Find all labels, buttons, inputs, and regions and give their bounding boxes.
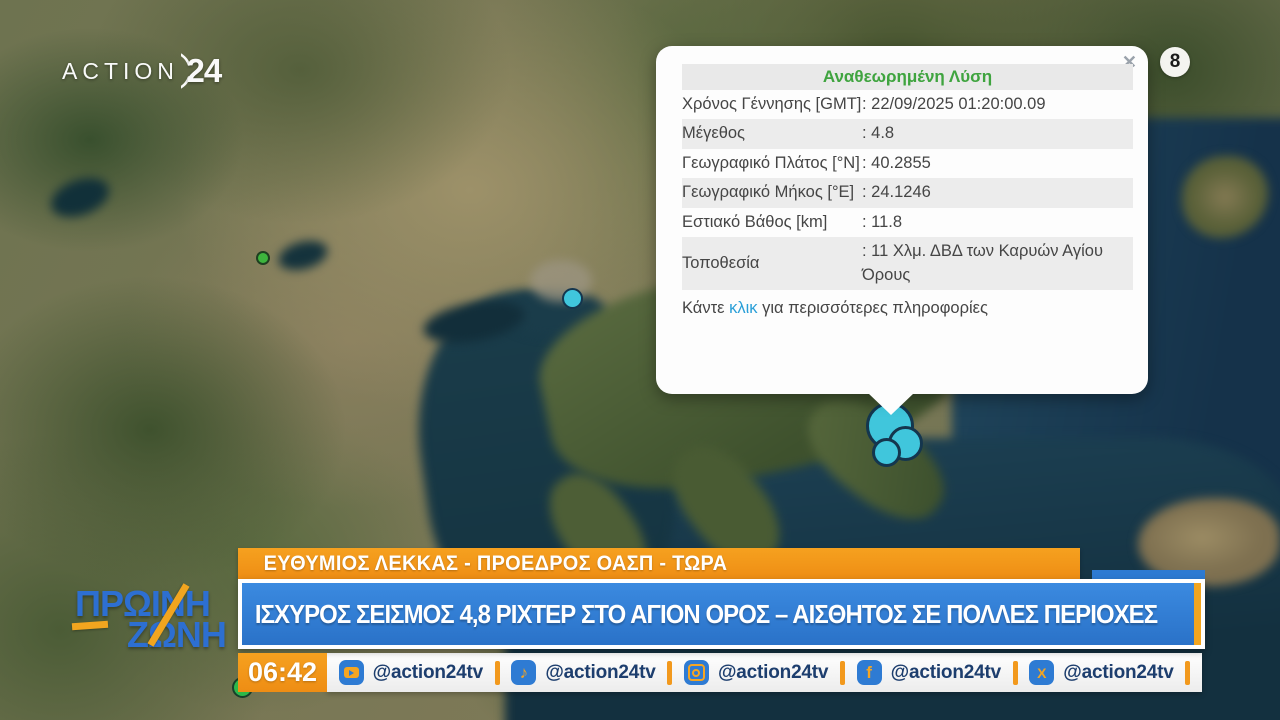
tiktok-icon: ♪ xyxy=(511,660,537,685)
social-item-instagram: @action24tv xyxy=(683,660,829,685)
social-item-tiktok: ♪ @action24tv xyxy=(511,660,656,685)
row-label: Μέγεθος xyxy=(682,124,746,143)
footer-text: Κάντε xyxy=(682,298,730,317)
popup-footer: Κάντε κλικ για περισσότερες πληροφορίες xyxy=(682,297,1133,320)
table-row: Χρόνος Γέννησης [GMT] : 22/09/2025 01:20… xyxy=(682,90,1133,119)
headline-text: ΙΣΧΥΡΟΣ ΣΕΙΣΜΟΣ 4,8 ΡΙΧΤΕΡ ΣΤΟ ΑΓΙΟΝ ΟΡΟ… xyxy=(254,598,1158,629)
show-logo-proini-zoni: ΠΡΩΙΝΗ ΖΩΝΗ xyxy=(71,583,255,661)
row-label: Γεωγραφικό Μήκος [°E] xyxy=(682,183,855,202)
earthquake-marker-old[interactable] xyxy=(256,251,270,265)
row-value: : 4.8 xyxy=(862,124,895,143)
map-lake xyxy=(275,235,331,276)
broadcast-frame: ACTION 24 8 ✕ Αναθεωρημένη Λύση Χρόνος Γ… xyxy=(0,0,1280,720)
headline-orange-accent xyxy=(1194,583,1201,645)
table-row: Τοποθεσία : 11 Χλμ. ΔΒΔ των Καρυών Αγίου… xyxy=(682,237,1133,290)
youtube-icon xyxy=(338,660,364,685)
channel-logo-24: 24 xyxy=(180,46,231,96)
row-value: : 11 Χλμ. ΔΒΔ των Καρυών Αγίου Όρους xyxy=(862,242,1104,284)
popup-title: Αναθεωρημένη Λύση xyxy=(682,64,1133,90)
headline-banner: ΙΣΧΥΡΟΣ ΣΕΙΣΜΟΣ 4,8 ΡΙΧΤΕΡ ΣΤΟ ΑΓΙΟΝ ΟΡΟ… xyxy=(238,579,1205,649)
social-handle: @action24tv xyxy=(890,661,1002,683)
x-icon: X xyxy=(1029,660,1055,685)
separator-bar xyxy=(1012,660,1018,685)
row-value: : 40.2855 xyxy=(862,153,931,172)
row-label: Χρόνος Γέννησης [GMT] xyxy=(682,95,862,113)
channel-logo: ACTION 24 xyxy=(62,46,231,96)
table-row: Γεωγραφικό Μήκος [°E] : 24.1246 xyxy=(682,178,1133,208)
channel-logo-word: ACTION xyxy=(62,57,179,84)
social-item-facebook: f @action24tv xyxy=(856,660,1002,685)
show-logo-dash-accent xyxy=(71,620,109,631)
show-logo-line2: ΖΩΝΗ xyxy=(127,614,227,655)
row-value: : 11.8 xyxy=(862,212,903,231)
social-handle: @action24tv xyxy=(717,661,829,683)
more-info-link[interactable]: κλικ xyxy=(729,299,757,317)
earthquake-marker-aftershock[interactable] xyxy=(872,438,901,467)
earthquake-info-popup: ✕ Αναθεωρημένη Λύση Χρόνος Γέννησης [GMT… xyxy=(656,46,1148,415)
social-handle: @action24tv xyxy=(545,661,656,683)
earthquake-marker-thessaloniki[interactable] xyxy=(562,288,583,309)
clock-time: 06:42 xyxy=(247,657,318,687)
row-value: : 24.1246 xyxy=(862,183,931,202)
row-label: Εστιακό Βάθος [km] xyxy=(682,212,828,231)
table-row: Εστιακό Βάθος [km] : 11.8 xyxy=(682,208,1133,237)
earthquake-data-table: Αναθεωρημένη Λύση Χρόνος Γέννησης [GMT] … xyxy=(682,64,1133,320)
footer-text: για περισσότερες πληροφορίες xyxy=(757,298,988,317)
age-rating-badge: 8 xyxy=(1160,47,1190,77)
social-handle: @action24tv xyxy=(1063,661,1174,683)
social-item-youtube: @action24tv xyxy=(338,660,484,685)
kicker-text: ΕΥΘΥΜΙΟΣ ΛΕΚΚΑΣ - ΠΡΟΕΔΡΟΣ ΟΑΣΠ - ΤΩΡΑ xyxy=(263,551,728,575)
social-item-x: X @action24tv xyxy=(1029,660,1174,685)
social-handle: @action24tv xyxy=(372,661,484,683)
kicker-banner: ΕΥΘΥΜΙΟΣ ΛΕΚΚΑΣ - ΠΡΟΕΔΡΟΣ ΟΑΣΠ - ΤΩΡΑ xyxy=(238,548,1080,579)
instagram-icon xyxy=(683,660,709,685)
age-rating-value: 8 xyxy=(1169,51,1181,72)
table-row: Μέγεθος : 4.8 xyxy=(682,119,1133,149)
separator-bar xyxy=(667,660,673,685)
table-row: Γεωγραφικό Πλάτος [°N] : 40.2855 xyxy=(682,149,1133,178)
clock: 06:42 xyxy=(238,653,327,692)
row-value: : 22/09/2025 01:20:00.09 xyxy=(862,95,1046,113)
row-label: Τοποθεσία xyxy=(682,253,760,272)
headline-banner-inner: ΙΣΧΥΡΟΣ ΣΕΙΣΜΟΣ 4,8 ΡΙΧΤΕΡ ΣΤΟ ΑΓΙΟΝ ΟΡΟ… xyxy=(242,583,1201,645)
map-lake xyxy=(45,170,115,225)
row-label: Γεωγραφικό Πλάτος [°N] xyxy=(682,153,860,172)
separator-bar xyxy=(1185,660,1191,685)
separator-bar xyxy=(839,660,845,685)
separator-bar xyxy=(494,660,500,685)
facebook-icon: f xyxy=(856,660,882,685)
social-bar: @action24tv ♪ @action24tv @action24tv f … xyxy=(327,653,1202,692)
popup-callout-pointer xyxy=(868,393,914,415)
